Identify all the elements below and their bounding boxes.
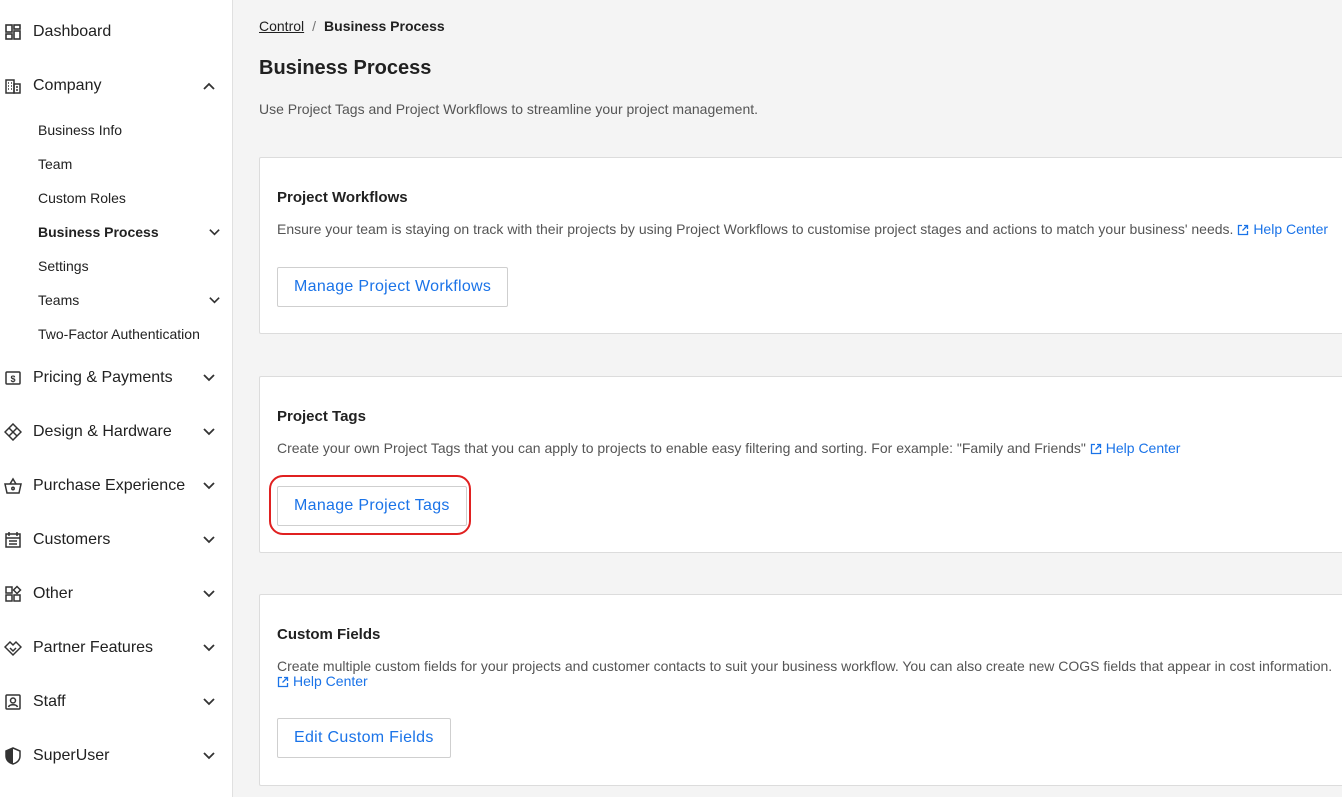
breadcrumb-separator: / (312, 18, 317, 34)
shield-icon (4, 747, 22, 765)
help-center-link[interactable]: Help Center (1090, 440, 1181, 456)
diamond-grid-icon (4, 423, 22, 441)
sidebar-subitem-label: Business Info (38, 122, 123, 138)
sidebar-subitem-label: Two-Factor Authentication (38, 326, 200, 342)
sidebar-item-label: Customers (33, 531, 111, 548)
chevron-up-icon (202, 79, 216, 93)
sidebar-item-label: Purchase Experience (33, 477, 186, 494)
edit-custom-fields-button[interactable]: Edit Custom Fields (277, 718, 451, 758)
sidebar-subitem-teams[interactable]: Teams (0, 288, 233, 312)
sidebar-subitem-team[interactable]: Team (0, 152, 233, 176)
card-description: Create your own Project Tags that you ca… (277, 440, 1180, 456)
external-link-icon (1090, 443, 1101, 455)
help-center-label: Help Center (1105, 440, 1181, 456)
chevron-down-icon (208, 294, 221, 307)
sidebar-item-label: Other (33, 585, 74, 602)
card-help-line: Help Center (277, 673, 368, 689)
sidebar-subitem-custom-roles[interactable]: Custom Roles (0, 186, 233, 210)
card-description-text: Create multiple custom fields for your p… (277, 658, 1333, 674)
sidebar-item-pricing-payments[interactable]: $ Pricing & Payments (0, 363, 233, 393)
card-description: Ensure your team is staying on track wit… (277, 221, 1328, 237)
breadcrumb-link-control[interactable]: Control (259, 17, 304, 35)
sidebar-subitem-settings[interactable]: Settings (0, 254, 233, 278)
sidebar: Dashboard Company Business Info Team Cus… (0, 0, 233, 797)
chevron-down-icon (202, 587, 216, 601)
breadcrumb-current: Business Process (324, 18, 445, 34)
project-workflows-card: Project Workflows Ensure your team is st… (259, 157, 1342, 334)
sidebar-item-label: Dashboard (33, 23, 112, 40)
calendar-list-icon (4, 531, 22, 549)
sidebar-item-superuser[interactable]: SuperUser (0, 741, 233, 771)
chevron-down-icon (202, 749, 216, 763)
sidebar-item-customers[interactable]: Customers (0, 525, 233, 555)
sidebar-item-dashboard[interactable]: Dashboard (0, 17, 233, 47)
card-title: Project Tags (277, 408, 366, 425)
widgets-icon (4, 585, 22, 603)
sidebar-item-staff[interactable]: Staff (0, 687, 233, 717)
external-link-icon (277, 676, 289, 688)
badge-icon (4, 693, 22, 711)
external-link-icon (1238, 224, 1249, 236)
chevron-down-icon (202, 479, 216, 493)
sidebar-item-design-hardware[interactable]: Design & Hardware (0, 417, 233, 447)
dashboard-icon (4, 23, 22, 41)
sidebar-subitem-label: Team (38, 156, 73, 172)
sidebar-subitem-label: Settings (38, 258, 89, 274)
sidebar-subitem-business-process[interactable]: Business Process (0, 220, 233, 244)
sidebar-item-label: Partner Features (33, 639, 154, 656)
sidebar-subitem-two-factor[interactable]: Two-Factor Authentication (0, 322, 233, 346)
help-center-label: Help Center (293, 673, 368, 689)
chevron-down-icon (202, 371, 216, 385)
sidebar-item-company[interactable]: Company (0, 71, 233, 101)
card-description-text: Ensure your team is staying on track wit… (277, 221, 1234, 237)
manage-project-tags-button[interactable]: Manage Project Tags (277, 486, 467, 526)
breadcrumb: Control / Business Process (259, 17, 445, 35)
building-icon (4, 77, 22, 95)
help-center-link[interactable]: Help Center (1237, 221, 1328, 237)
project-tags-card: Project Tags Create your own Project Tag… (259, 376, 1342, 553)
sidebar-subitem-label: Teams (38, 292, 80, 308)
page-description: Use Project Tags and Project Workflows t… (259, 101, 759, 117)
sidebar-item-label: Company (33, 77, 102, 94)
chevron-down-icon (202, 425, 216, 439)
sidebar-item-other[interactable]: Other (0, 579, 233, 609)
help-center-link[interactable]: Help Center (277, 673, 368, 689)
sidebar-item-label: SuperUser (33, 747, 110, 764)
basket-icon (4, 477, 22, 495)
main-content: Control / Business Process Business Proc… (234, 0, 1342, 797)
manage-project-workflows-button[interactable]: Manage Project Workflows (277, 267, 509, 307)
card-title: Custom Fields (277, 626, 381, 643)
chevron-down-icon (208, 226, 221, 239)
sidebar-subitem-business-info[interactable]: Business Info (0, 118, 233, 142)
card-description-text: Create your own Project Tags that you ca… (277, 440, 1086, 456)
chevron-down-icon (202, 533, 216, 547)
chevron-down-icon (202, 641, 216, 655)
page-title: Business Process (259, 57, 432, 79)
card-title: Project Workflows (277, 189, 408, 206)
dollar-icon: $ (4, 369, 22, 387)
svg-text:$: $ (10, 374, 15, 384)
custom-fields-card: Custom Fields Create multiple custom fie… (259, 594, 1342, 786)
sidebar-item-label: Design & Hardware (33, 423, 172, 440)
sidebar-item-partner-features[interactable]: Partner Features (0, 633, 233, 663)
handshake-icon (4, 639, 22, 657)
sidebar-item-label: Staff (33, 693, 66, 710)
sidebar-item-label: Pricing & Payments (33, 369, 173, 386)
sidebar-subitem-label: Custom Roles (38, 190, 126, 206)
chevron-down-icon (202, 695, 216, 709)
sidebar-subitem-label: Business Process (38, 224, 159, 240)
sidebar-item-purchase-experience[interactable]: Purchase Experience (0, 471, 233, 501)
help-center-label: Help Center (1253, 221, 1329, 237)
